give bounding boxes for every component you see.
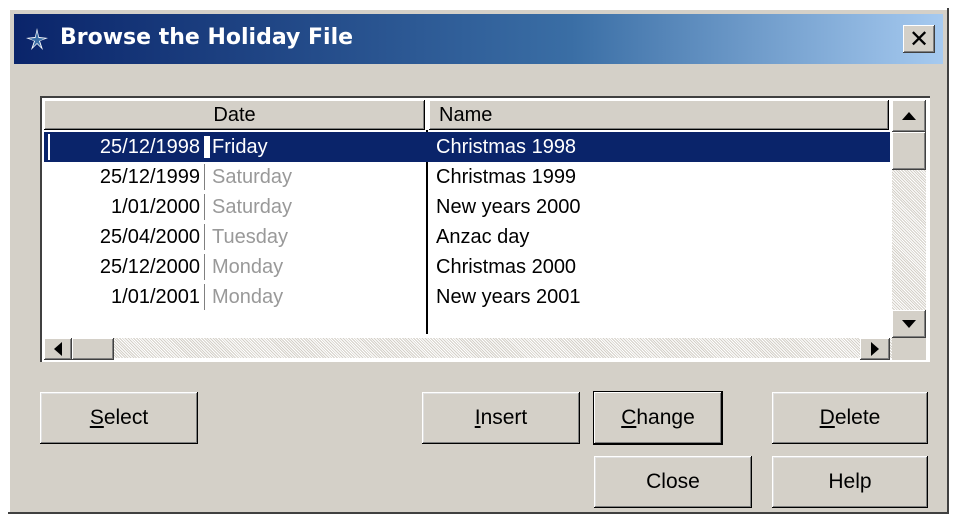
cell-weekday: Saturday	[212, 166, 293, 188]
scroll-down-button[interactable]	[892, 310, 926, 338]
cell-name: New years 2001	[436, 286, 581, 308]
table-row[interactable]: 25/12/1999 Saturday Christmas 1999	[44, 162, 890, 192]
horizontal-scroll-thumb[interactable]	[72, 338, 114, 360]
cell-date: 25/12/2000	[99, 256, 200, 278]
cell-date: 25/04/2000	[99, 226, 200, 248]
table-row[interactable]: 25/04/2000 Tuesday Anzac day	[44, 222, 890, 252]
scroll-left-button[interactable]	[44, 338, 72, 360]
help-button[interactable]: Help	[772, 456, 928, 508]
arrow-left-icon	[54, 342, 62, 356]
close-button[interactable]: Close	[594, 456, 752, 508]
table-row[interactable]: 1/01/2000 Saturday New years 2000	[44, 192, 890, 222]
vertical-scrollbar[interactable]	[892, 100, 926, 338]
cell-date: 25/12/1998	[99, 136, 200, 158]
cell-weekday: Monday	[212, 256, 284, 278]
close-icon: ✕	[908, 25, 930, 53]
cell-divider	[204, 224, 205, 250]
insert-button[interactable]: Insert	[422, 392, 580, 444]
holiday-dialog: Browse the Holiday File ✕ Date Name 25/1…	[8, 8, 949, 514]
cell-divider	[204, 164, 205, 190]
close-window-button[interactable]: ✕	[903, 25, 935, 53]
cell-weekday: Friday	[212, 136, 268, 158]
cell-date: 25/12/1999	[99, 166, 200, 188]
delete-label: Delete	[819, 406, 881, 429]
cell-date: 1/01/2001	[111, 286, 200, 308]
cell-weekday: Monday	[212, 286, 284, 308]
vertical-scroll-thumb[interactable]	[892, 132, 926, 170]
cell-name: Christmas 1999	[436, 166, 577, 188]
arrow-up-icon	[902, 112, 916, 120]
cell-divider	[204, 254, 205, 280]
arrow-down-icon	[902, 320, 916, 328]
cell-date: 1/01/2000	[111, 196, 200, 218]
close-label: Close	[646, 470, 700, 493]
scrollbar-corner	[892, 338, 926, 360]
insert-label: Insert	[474, 406, 528, 429]
scroll-right-button[interactable]	[860, 338, 890, 360]
change-button[interactable]: Change	[594, 392, 722, 444]
cell-divider	[204, 194, 205, 220]
delete-button[interactable]: Delete	[772, 392, 928, 444]
holiday-list[interactable]: Date Name 25/12/1998 Friday Christmas 19…	[40, 96, 930, 362]
text-cursor	[204, 136, 210, 158]
arrow-right-icon	[871, 342, 879, 356]
change-label: Change	[621, 406, 695, 429]
cell-weekday: Saturday	[212, 196, 293, 218]
cell-divider	[204, 284, 205, 310]
horizontal-scrollbar[interactable]	[44, 338, 892, 360]
column-header-date[interactable]: Date	[44, 100, 425, 130]
cell-name: Christmas 2000	[436, 256, 577, 278]
scroll-up-button[interactable]	[892, 100, 926, 132]
table-row[interactable]: 1/01/2001 Monday New years 2001	[44, 282, 890, 312]
help-label: Help	[828, 470, 872, 493]
table-row[interactable]: 25/12/2000 Monday Christmas 2000	[44, 252, 890, 282]
cell-name: New years 2000	[436, 196, 581, 218]
title-bar[interactable]: Browse the Holiday File ✕	[14, 14, 943, 64]
app-star-icon	[26, 28, 48, 50]
dialog-title: Browse the Holiday File	[60, 25, 354, 50]
cell-name: Anzac day	[436, 226, 530, 248]
select-button[interactable]: Select	[40, 392, 198, 444]
select-label: Select	[89, 406, 149, 429]
cell-name: Christmas 1998	[436, 136, 577, 158]
cell-weekday: Tuesday	[212, 226, 288, 248]
column-header-name[interactable]: Name	[429, 100, 889, 130]
table-rows: 25/12/1998 Friday Christmas 1998 25/12/1…	[44, 132, 890, 312]
table-row[interactable]: 25/12/1998 Friday Christmas 1998	[44, 132, 890, 162]
